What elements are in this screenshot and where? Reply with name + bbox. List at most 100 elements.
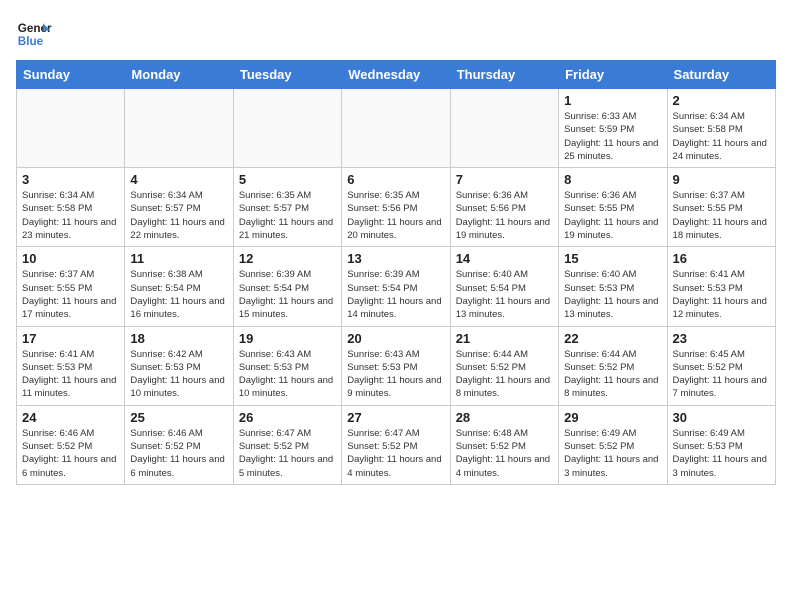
day-info: Sunrise: 6:49 AM Sunset: 5:53 PM Dayligh… [673, 427, 770, 480]
day-number: 24 [22, 410, 119, 425]
calendar-cell: 7 Sunrise: 6:36 AM Sunset: 5:56 PM Daylig… [450, 168, 558, 247]
day-number: 28 [456, 410, 553, 425]
header-wednesday: Wednesday [342, 61, 450, 89]
header-tuesday: Tuesday [233, 61, 341, 89]
calendar-week-0: 1Sunrise: 6:33 AM Sunset: 5:59 PM Daylig… [17, 89, 776, 168]
calendar-cell: 21 Sunrise: 6:44 AM Sunset: 5:52 PM Dayli… [450, 326, 558, 405]
header-sunday: Sunday [17, 61, 125, 89]
day-number: 16 [673, 251, 770, 266]
day-number: 9 [673, 172, 770, 187]
calendar-week-4: 24 Sunrise: 6:46 AM Sunset: 5:52 PM Dayli… [17, 405, 776, 484]
day-info: Sunrise: 6:41 AM Sunset: 5:53 PM Dayligh… [673, 268, 770, 321]
calendar-cell: 6 Sunrise: 6:35 AM Sunset: 5:56 PM Daylig… [342, 168, 450, 247]
calendar-cell: 11 Sunrise: 6:38 AM Sunset: 5:54 PM Dayli… [125, 247, 233, 326]
day-info: Sunrise: 6:34 AM Sunset: 5:58 PM Dayligh… [673, 110, 770, 163]
day-number: 8 [564, 172, 661, 187]
day-number: 19 [239, 331, 336, 346]
calendar-cell: 3 Sunrise: 6:34 AM Sunset: 5:58 PM Daylig… [17, 168, 125, 247]
calendar-cell: 18Sunrise: 6:42 AM Sunset: 5:53 PM Dayli… [125, 326, 233, 405]
header-monday: Monday [125, 61, 233, 89]
calendar-cell: 26 Sunrise: 6:47 AM Sunset: 5:52 PM Dayli… [233, 405, 341, 484]
header-thursday: Thursday [450, 61, 558, 89]
day-number: 11 [130, 251, 227, 266]
day-number: 1 [564, 93, 661, 108]
logo: General Blue [16, 16, 52, 52]
day-number: 10 [22, 251, 119, 266]
day-number: 7 [456, 172, 553, 187]
day-info: Sunrise: 6:36 AM Sunset: 5:56 PM Dayligh… [456, 189, 553, 242]
day-number: 13 [347, 251, 444, 266]
calendar-week-3: 17 Sunrise: 6:41 AM Sunset: 5:53 PM Dayli… [17, 326, 776, 405]
day-info: Sunrise: 6:48 AM Sunset: 5:52 PM Dayligh… [456, 427, 553, 480]
calendar-cell: 22 Sunrise: 6:44 AM Sunset: 5:52 PM Dayli… [559, 326, 667, 405]
calendar-cell: 27 Sunrise: 6:47 AM Sunset: 5:52 PM Dayli… [342, 405, 450, 484]
day-info: Sunrise: 6:37 AM Sunset: 5:55 PM Dayligh… [673, 189, 770, 242]
day-info: Sunrise: 6:46 AM Sunset: 5:52 PM Dayligh… [130, 427, 227, 480]
day-info: Sunrise: 6:49 AM Sunset: 5:52 PM Dayligh… [564, 427, 661, 480]
calendar-cell: 23 Sunrise: 6:45 AM Sunset: 5:52 PM Dayli… [667, 326, 775, 405]
day-number: 14 [456, 251, 553, 266]
calendar-cell: 4Sunrise: 6:34 AM Sunset: 5:57 PM Daylig… [125, 168, 233, 247]
calendar-cell: 12 Sunrise: 6:39 AM Sunset: 5:54 PM Dayli… [233, 247, 341, 326]
day-number: 23 [673, 331, 770, 346]
day-info: Sunrise: 6:47 AM Sunset: 5:52 PM Dayligh… [347, 427, 444, 480]
page-header: General Blue [16, 16, 776, 52]
day-info: Sunrise: 6:43 AM Sunset: 5:53 PM Dayligh… [239, 348, 336, 401]
day-info: Sunrise: 6:41 AM Sunset: 5:53 PM Dayligh… [22, 348, 119, 401]
calendar-cell: 13Sunrise: 6:39 AM Sunset: 5:54 PM Dayli… [342, 247, 450, 326]
day-number: 15 [564, 251, 661, 266]
calendar-cell [233, 89, 341, 168]
day-info: Sunrise: 6:43 AM Sunset: 5:53 PM Dayligh… [347, 348, 444, 401]
calendar-week-1: 3 Sunrise: 6:34 AM Sunset: 5:58 PM Daylig… [17, 168, 776, 247]
day-info: Sunrise: 6:39 AM Sunset: 5:54 PM Dayligh… [239, 268, 336, 321]
calendar-cell: 29 Sunrise: 6:49 AM Sunset: 5:52 PM Dayli… [559, 405, 667, 484]
day-number: 29 [564, 410, 661, 425]
calendar-cell [450, 89, 558, 168]
calendar-cell: 30 Sunrise: 6:49 AM Sunset: 5:53 PM Dayli… [667, 405, 775, 484]
calendar-cell: 9 Sunrise: 6:37 AM Sunset: 5:55 PM Daylig… [667, 168, 775, 247]
day-info: Sunrise: 6:37 AM Sunset: 5:55 PM Dayligh… [22, 268, 119, 321]
header-saturday: Saturday [667, 61, 775, 89]
day-number: 21 [456, 331, 553, 346]
calendar-cell: 8Sunrise: 6:36 AM Sunset: 5:55 PM Daylig… [559, 168, 667, 247]
calendar-table: SundayMondayTuesdayWednesdayThursdayFrid… [16, 60, 776, 485]
day-number: 17 [22, 331, 119, 346]
day-info: Sunrise: 6:40 AM Sunset: 5:53 PM Dayligh… [564, 268, 661, 321]
logo-icon: General Blue [16, 16, 52, 52]
calendar-cell: 14 Sunrise: 6:40 AM Sunset: 5:54 PM Dayli… [450, 247, 558, 326]
day-number: 6 [347, 172, 444, 187]
calendar-cell: 2Sunrise: 6:34 AM Sunset: 5:58 PM Daylig… [667, 89, 775, 168]
header-friday: Friday [559, 61, 667, 89]
day-info: Sunrise: 6:47 AM Sunset: 5:52 PM Dayligh… [239, 427, 336, 480]
svg-text:Blue: Blue [18, 35, 44, 48]
day-number: 30 [673, 410, 770, 425]
calendar-cell: 15 Sunrise: 6:40 AM Sunset: 5:53 PM Dayli… [559, 247, 667, 326]
calendar-cell: 24Sunrise: 6:46 AM Sunset: 5:52 PM Dayli… [17, 405, 125, 484]
day-info: Sunrise: 6:34 AM Sunset: 5:58 PM Dayligh… [22, 189, 119, 242]
calendar-header-row: SundayMondayTuesdayWednesdayThursdayFrid… [17, 61, 776, 89]
day-number: 5 [239, 172, 336, 187]
day-number: 20 [347, 331, 444, 346]
calendar-cell: 17 Sunrise: 6:41 AM Sunset: 5:53 PM Dayli… [17, 326, 125, 405]
day-number: 3 [22, 172, 119, 187]
day-info: Sunrise: 6:44 AM Sunset: 5:52 PM Dayligh… [456, 348, 553, 401]
day-number: 18 [130, 331, 227, 346]
calendar-cell: 1Sunrise: 6:33 AM Sunset: 5:59 PM Daylig… [559, 89, 667, 168]
calendar-cell: 16 Sunrise: 6:41 AM Sunset: 5:53 PM Dayli… [667, 247, 775, 326]
day-info: Sunrise: 6:40 AM Sunset: 5:54 PM Dayligh… [456, 268, 553, 321]
calendar-cell: 28 Sunrise: 6:48 AM Sunset: 5:52 PM Dayli… [450, 405, 558, 484]
day-number: 26 [239, 410, 336, 425]
day-info: Sunrise: 6:35 AM Sunset: 5:57 PM Dayligh… [239, 189, 336, 242]
day-number: 12 [239, 251, 336, 266]
day-info: Sunrise: 6:34 AM Sunset: 5:57 PM Dayligh… [130, 189, 227, 242]
day-info: Sunrise: 6:35 AM Sunset: 5:56 PM Dayligh… [347, 189, 444, 242]
day-info: Sunrise: 6:45 AM Sunset: 5:52 PM Dayligh… [673, 348, 770, 401]
day-number: 22 [564, 331, 661, 346]
calendar-cell: 10 Sunrise: 6:37 AM Sunset: 5:55 PM Dayli… [17, 247, 125, 326]
calendar-cell [342, 89, 450, 168]
calendar-week-2: 10 Sunrise: 6:37 AM Sunset: 5:55 PM Dayli… [17, 247, 776, 326]
day-info: Sunrise: 6:38 AM Sunset: 5:54 PM Dayligh… [130, 268, 227, 321]
day-info: Sunrise: 6:44 AM Sunset: 5:52 PM Dayligh… [564, 348, 661, 401]
calendar-cell [17, 89, 125, 168]
day-number: 27 [347, 410, 444, 425]
